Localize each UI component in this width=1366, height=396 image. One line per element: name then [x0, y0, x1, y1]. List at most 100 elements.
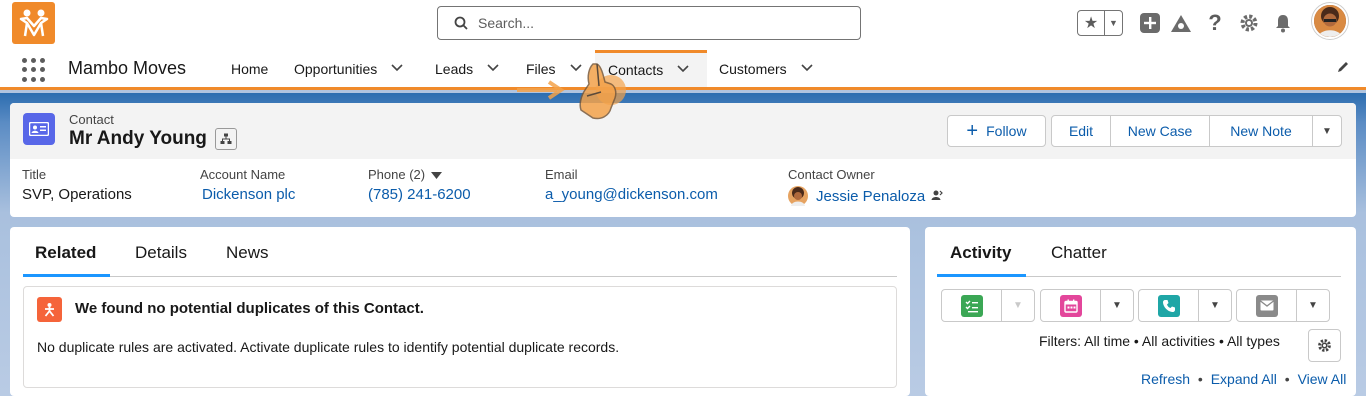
- chevron-down-icon: ▼: [1112, 300, 1122, 311]
- nav-item-label: Home: [231, 60, 269, 77]
- org-logo[interactable]: [12, 2, 55, 44]
- nav-item-label: Leads: [435, 60, 474, 77]
- new-case-label: New Case: [1127, 123, 1193, 139]
- phone-link[interactable]: (785) 241-6200: [368, 186, 471, 203]
- record-highlights-panel: Contact Mr Andy Young + Follow Edit New …: [10, 103, 1356, 217]
- user-avatar[interactable]: [1312, 3, 1348, 39]
- field-label: Phone (2): [368, 167, 471, 182]
- field-label: Title: [22, 167, 47, 182]
- new-event-button[interactable]: [1041, 290, 1101, 321]
- navigation-bar: Mambo Moves Home Opportunities Leads Fil…: [0, 50, 1366, 90]
- new-event-dropdown[interactable]: ▼: [1101, 290, 1133, 321]
- hierarchy-button[interactable]: [215, 128, 237, 150]
- setup-button[interactable]: [1237, 11, 1261, 35]
- nav-item-leads[interactable]: Leads: [435, 50, 499, 87]
- gear-icon: [1318, 339, 1331, 352]
- new-task-dropdown[interactable]: ▼: [1002, 290, 1034, 321]
- nav-item-label: Files: [526, 60, 556, 77]
- chevron-down-icon[interactable]: [801, 63, 813, 75]
- chevron-down-icon: ▼: [1109, 18, 1118, 28]
- new-task-button[interactable]: [942, 290, 1002, 321]
- phone-dropdown-button[interactable]: [431, 167, 443, 182]
- edit-nav-button[interactable]: [1336, 60, 1350, 77]
- field-account: Account Name Dickenson plc: [200, 167, 295, 203]
- calendar-icon: [1059, 294, 1082, 317]
- owner-link[interactable]: Jessie Penaloza: [816, 188, 925, 205]
- new-note-button[interactable]: New Note: [1209, 115, 1313, 147]
- record-header: Contact Mr Andy Young + Follow Edit New …: [10, 103, 1356, 159]
- tab-details[interactable]: Details: [135, 243, 187, 263]
- duplicates-icon: [37, 297, 62, 322]
- field-label: Contact Owner: [788, 167, 875, 182]
- edit-button[interactable]: Edit: [1051, 115, 1111, 147]
- nav-item-customers[interactable]: Customers: [719, 50, 813, 87]
- new-task-group: ▼: [941, 289, 1035, 322]
- tab-news[interactable]: News: [226, 243, 269, 263]
- dancers-logo-icon: [19, 9, 48, 37]
- chevron-down-icon[interactable]: [391, 63, 403, 75]
- trailhead-button[interactable]: [1169, 11, 1193, 35]
- change-owner-button[interactable]: [931, 188, 944, 205]
- plus-icon: [1140, 13, 1160, 33]
- change-owner-icon: [931, 190, 944, 200]
- favorites-star-button[interactable]: ★: [1078, 11, 1105, 35]
- refresh-link[interactable]: Refresh: [1141, 371, 1190, 387]
- edit-label: Edit: [1068, 123, 1094, 139]
- task-icon: [960, 294, 983, 317]
- field-title: Title SVP, Operations: [22, 167, 132, 203]
- follow-label: Follow: [986, 123, 1027, 139]
- more-actions-button[interactable]: ▼: [1312, 115, 1342, 147]
- expand-all-link[interactable]: Expand All: [1211, 371, 1277, 387]
- email-group: ▼: [1236, 289, 1330, 322]
- global-header: Search... ★ ▼ ?: [0, 0, 1366, 50]
- email-dropdown[interactable]: ▼: [1297, 290, 1329, 321]
- nav-item-contacts[interactable]: Contacts: [595, 50, 707, 87]
- global-create-button[interactable]: [1138, 11, 1162, 35]
- chevron-down-icon: ▼: [1322, 125, 1332, 137]
- global-search-input[interactable]: Search...: [437, 6, 861, 40]
- log-call-button[interactable]: [1139, 290, 1199, 321]
- nav-item-home[interactable]: Home: [231, 50, 268, 87]
- favorites-list-button[interactable]: ▼: [1105, 11, 1122, 35]
- account-link[interactable]: Dickenson plc: [202, 186, 295, 203]
- search-placeholder: Search...: [478, 15, 535, 31]
- new-case-button[interactable]: New Case: [1110, 115, 1210, 147]
- separator: •: [1284, 371, 1290, 387]
- plus-icon: +: [966, 120, 979, 142]
- active-tab-indicator: [937, 274, 1026, 277]
- pencil-icon: [1338, 62, 1348, 72]
- envelope-icon: [1255, 294, 1278, 317]
- gear-icon: [1240, 14, 1258, 32]
- tab-activity[interactable]: Activity: [950, 243, 1011, 263]
- field-value: SVP, Operations: [22, 186, 132, 203]
- chevron-down-icon[interactable]: [487, 63, 499, 75]
- chevron-down-icon[interactable]: [677, 64, 689, 76]
- hierarchy-icon: [220, 133, 232, 144]
- bell-icon: [1276, 15, 1290, 33]
- nav-item-label: Customers: [719, 60, 787, 77]
- phone-label: Phone (2): [368, 167, 426, 182]
- log-call-dropdown[interactable]: ▼: [1199, 290, 1231, 321]
- view-all-link[interactable]: View All: [1298, 371, 1347, 387]
- activity-settings-button[interactable]: [1308, 329, 1341, 362]
- duplicates-panel: We found no potential duplicates of this…: [23, 286, 897, 388]
- contact-icon: [23, 113, 55, 145]
- duplicates-title: We found no potential duplicates of this…: [75, 300, 424, 317]
- owner-avatar: [788, 186, 808, 206]
- related-card: Related Details News We found no potenti…: [10, 227, 910, 396]
- app-launcher-button[interactable]: [22, 58, 46, 82]
- follow-button[interactable]: + Follow: [947, 115, 1046, 147]
- tab-related[interactable]: Related: [35, 243, 96, 263]
- help-button[interactable]: ?: [1203, 10, 1227, 35]
- nav-item-opportunities[interactable]: Opportunities: [294, 50, 403, 87]
- chevron-down-icon[interactable]: [569, 63, 582, 75]
- notifications-button[interactable]: [1271, 11, 1295, 35]
- email-button[interactable]: [1237, 290, 1297, 321]
- search-icon: [454, 16, 468, 30]
- nav-item-files[interactable]: Files: [526, 50, 582, 87]
- active-tab-indicator: [23, 274, 110, 277]
- phone-icon: [1157, 294, 1180, 317]
- activity-filters-text: Filters: All time • All activities • All…: [1039, 333, 1280, 349]
- email-link[interactable]: a_young@dickenson.com: [545, 186, 718, 203]
- tab-chatter[interactable]: Chatter: [1051, 243, 1107, 263]
